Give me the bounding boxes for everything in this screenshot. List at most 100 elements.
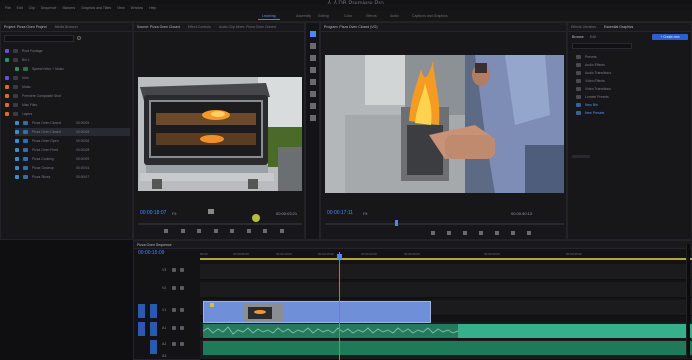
- program-timecode[interactable]: 00:00:17:11: [327, 210, 353, 216]
- pen-icon[interactable]: [310, 91, 316, 97]
- track-select-icon[interactable]: [310, 43, 316, 49]
- program-playhead[interactable]: [395, 220, 398, 226]
- subtab-edit[interactable]: Edit: [590, 35, 596, 39]
- step-back-icon[interactable]: [197, 229, 202, 233]
- eye-icon[interactable]: [180, 268, 184, 272]
- lock-icon[interactable]: [172, 268, 176, 272]
- workspace-audio[interactable]: Audio: [386, 13, 403, 20]
- workspace-color[interactable]: Color: [340, 13, 356, 20]
- export-frame-icon[interactable]: [279, 229, 284, 233]
- zoom-select[interactable]: Fit: [172, 211, 176, 216]
- list-item[interactable]: Video Effects: [576, 77, 605, 85]
- workspace-assembly[interactable]: Assembly: [292, 13, 315, 20]
- menu-window[interactable]: Window: [131, 6, 143, 10]
- tab-source[interactable]: Source: Pizza Oven Closed: [137, 25, 180, 29]
- list-item[interactable]: Pizza Oven Open 00:00:06: [15, 137, 89, 145]
- compare-icon[interactable]: [527, 231, 531, 235]
- search-icon[interactable]: [77, 36, 81, 40]
- mark-in-icon[interactable]: [164, 229, 168, 233]
- program-zoom-select[interactable]: Fit: [363, 211, 367, 216]
- list-item[interactable]: Video Transitions: [576, 85, 611, 93]
- source-timecode[interactable]: 00:00:18:07: [140, 210, 166, 216]
- video-clip[interactable]: [203, 301, 431, 323]
- effects-search-input[interactable]: [572, 43, 632, 49]
- overwrite-icon[interactable]: [263, 229, 268, 233]
- list-item[interactable]: Speech Intro + Music: [15, 65, 64, 73]
- list-item[interactable]: Lumetri Presets: [576, 93, 609, 101]
- lift-icon[interactable]: [431, 231, 435, 235]
- play-icon[interactable]: [479, 231, 483, 235]
- audio-clip-music[interactable]: [203, 341, 692, 355]
- list-item[interactable]: Audio Transitions: [576, 69, 611, 77]
- mute-icon[interactable]: [172, 326, 176, 330]
- tab-sequence[interactable]: Pizza Oven Sequence: [137, 243, 172, 247]
- mark-out-icon[interactable]: [180, 229, 185, 233]
- step-forward-icon[interactable]: [495, 231, 499, 235]
- hand-icon[interactable]: [310, 103, 316, 109]
- tab-project[interactable]: Project: Pizza Oven Project: [4, 25, 47, 29]
- list-item[interactable]: Bin 1: [5, 56, 30, 64]
- list-item[interactable]: Misc Files: [5, 101, 37, 109]
- tab-program[interactable]: Program: Pizza Oven Closed (VO): [324, 25, 378, 29]
- menu-edit[interactable]: Edit: [17, 6, 23, 10]
- solo-icon[interactable]: [180, 342, 184, 346]
- work-area-bar[interactable]: [200, 258, 692, 260]
- list-item[interactable]: New Presets: [576, 109, 604, 117]
- list-item[interactable]: Intro: [5, 74, 29, 82]
- solo-icon[interactable]: [180, 326, 184, 330]
- workspace-learning[interactable]: Learning: [258, 13, 280, 20]
- tab-effects-libraries[interactable]: Effects Libraries: [571, 25, 596, 29]
- workspace-editing[interactable]: Editing: [314, 13, 333, 20]
- list-item[interactable]: Pizza Closeup 00:00:04: [15, 164, 89, 172]
- extract-icon[interactable]: [447, 231, 451, 235]
- step-forward-icon[interactable]: [230, 229, 235, 233]
- export-frame-icon[interactable]: [511, 231, 515, 235]
- slip-icon[interactable]: [310, 79, 316, 85]
- track-target-v1[interactable]: [150, 304, 157, 318]
- lock-icon[interactable]: [172, 308, 176, 312]
- list-item[interactable]: Layers: [5, 110, 32, 118]
- lock-icon[interactable]: [172, 286, 176, 290]
- tab-effect-controls[interactable]: Effect Controls: [188, 25, 211, 29]
- menu-clip[interactable]: Clip: [29, 6, 35, 10]
- list-item[interactable]: Pizza Oven Fired 00:00:08: [15, 146, 89, 154]
- timeline-timecode[interactable]: 00:00:15:09: [138, 250, 164, 256]
- menu-help[interactable]: Help: [149, 6, 156, 10]
- list-item[interactable]: Premiere Composite Shot: [5, 92, 61, 100]
- tab-media-browser[interactable]: Media Browser: [55, 25, 78, 29]
- source-scrubber[interactable]: [138, 223, 302, 225]
- track-lane-v3[interactable]: [200, 264, 692, 280]
- settings-icon[interactable]: [208, 209, 214, 214]
- tab-audio-clip-mixer[interactable]: Audio Clip Mixer: Pizza Oven Closed: [219, 25, 276, 29]
- eye-icon[interactable]: [180, 308, 184, 312]
- list-item[interactable]: Root Footage: [5, 47, 43, 55]
- eye-icon[interactable]: [180, 286, 184, 290]
- menu-file[interactable]: File: [5, 6, 11, 10]
- list-item[interactable]: New Bin: [576, 101, 598, 109]
- workspace-captions[interactable]: Captions and Graphics: [408, 13, 452, 20]
- audio-clip[interactable]: [202, 324, 459, 338]
- project-search-input[interactable]: [4, 35, 74, 42]
- menu-view[interactable]: View: [117, 6, 125, 10]
- list-item[interactable]: Audio Effects: [576, 61, 605, 69]
- subtab-browse[interactable]: Browse: [572, 35, 584, 39]
- tab-essential-graphics[interactable]: Essential Graphics: [604, 25, 633, 29]
- list-item-selected[interactable]: Pizza Oven Closed 00:00:05: [15, 128, 130, 136]
- menu-graphics[interactable]: Graphics and Titles: [81, 6, 111, 10]
- play-icon[interactable]: [213, 229, 218, 233]
- insert-icon[interactable]: [246, 229, 251, 233]
- step-back-icon[interactable]: [463, 231, 467, 235]
- timeline-playhead[interactable]: [339, 252, 340, 360]
- playhead-handle[interactable]: [337, 254, 342, 259]
- list-item[interactable]: Presets: [576, 53, 597, 61]
- selection-tool-icon[interactable]: [310, 31, 316, 37]
- program-scrubber[interactable]: [325, 223, 564, 225]
- list-item[interactable]: Music: [5, 83, 31, 91]
- track-lane-v2[interactable]: [200, 282, 692, 298]
- razor-icon[interactable]: [310, 67, 316, 73]
- workspace-effects[interactable]: Effects: [362, 13, 381, 20]
- menu-markers[interactable]: Markers: [62, 6, 75, 10]
- track-target-a2[interactable]: [150, 340, 157, 354]
- source-patch-v1[interactable]: [138, 304, 145, 318]
- list-item[interactable]: Pizza Slices 00:00:07: [15, 173, 89, 181]
